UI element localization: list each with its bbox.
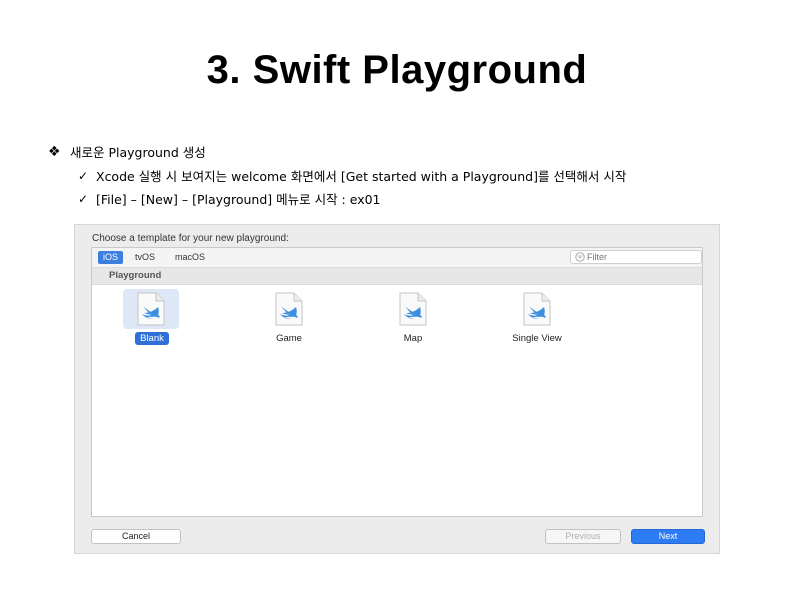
template-chooser-dialog: Choose a template for your new playgroun… [74, 224, 720, 554]
sub-bullet-item: ✓ Xcode 실행 시 보여지는 welcome 화면에서 [Get star… [78, 166, 626, 185]
swift-file-icon [523, 292, 551, 326]
cancel-button[interactable]: Cancel [91, 529, 181, 544]
template-panel: iOS tvOS macOS Playground [91, 247, 703, 517]
tab-tvos[interactable]: tvOS [130, 251, 160, 264]
next-button[interactable]: Next [631, 529, 705, 544]
checkmark-icon: ✓ [78, 168, 89, 183]
template-label: Single View [512, 333, 562, 344]
template-label: Map [403, 333, 423, 344]
diamond-bullet-icon: ❖ [48, 143, 61, 160]
template-label: Game [276, 333, 302, 344]
swift-file-icon [275, 292, 303, 326]
bullet-item: ❖ 새로운 Playground 생성 [48, 142, 206, 161]
bullet-text: 새로운 Playground 생성 [70, 145, 206, 160]
filter-icon [575, 252, 585, 262]
tab-macos[interactable]: macOS [170, 251, 210, 264]
previous-button[interactable]: Previous [545, 529, 621, 544]
sub-bullet-text: [File] – [New] – [Playground] 메뉴로 시작 : e… [96, 192, 381, 207]
swift-file-icon [137, 292, 165, 326]
swift-file-icon [399, 292, 427, 326]
sub-bullet-item: ✓ [File] – [New] – [Playground] 메뉴로 시작 :… [78, 189, 381, 208]
template-game[interactable]: Game [234, 289, 324, 369]
section-header: Playground [92, 268, 702, 285]
filter-field[interactable] [570, 250, 702, 264]
filter-input[interactable] [587, 251, 687, 263]
template-label: Blank [135, 332, 169, 345]
template-map[interactable]: Map [358, 289, 448, 369]
dialog-heading: Choose a template for your new playgroun… [92, 233, 289, 244]
template-single-view[interactable]: Single View [482, 289, 572, 369]
checkmark-icon: ✓ [78, 191, 89, 206]
sub-bullet-text: Xcode 실행 시 보여지는 welcome 화면에서 [Get starte… [96, 169, 627, 184]
slide-title: 3. Swift Playground [206, 48, 588, 92]
tab-ios[interactable]: iOS [98, 251, 124, 264]
section-title: Playground [109, 270, 162, 281]
template-blank[interactable]: Blank [119, 289, 209, 369]
platform-tab-bar: iOS tvOS macOS [92, 248, 702, 268]
